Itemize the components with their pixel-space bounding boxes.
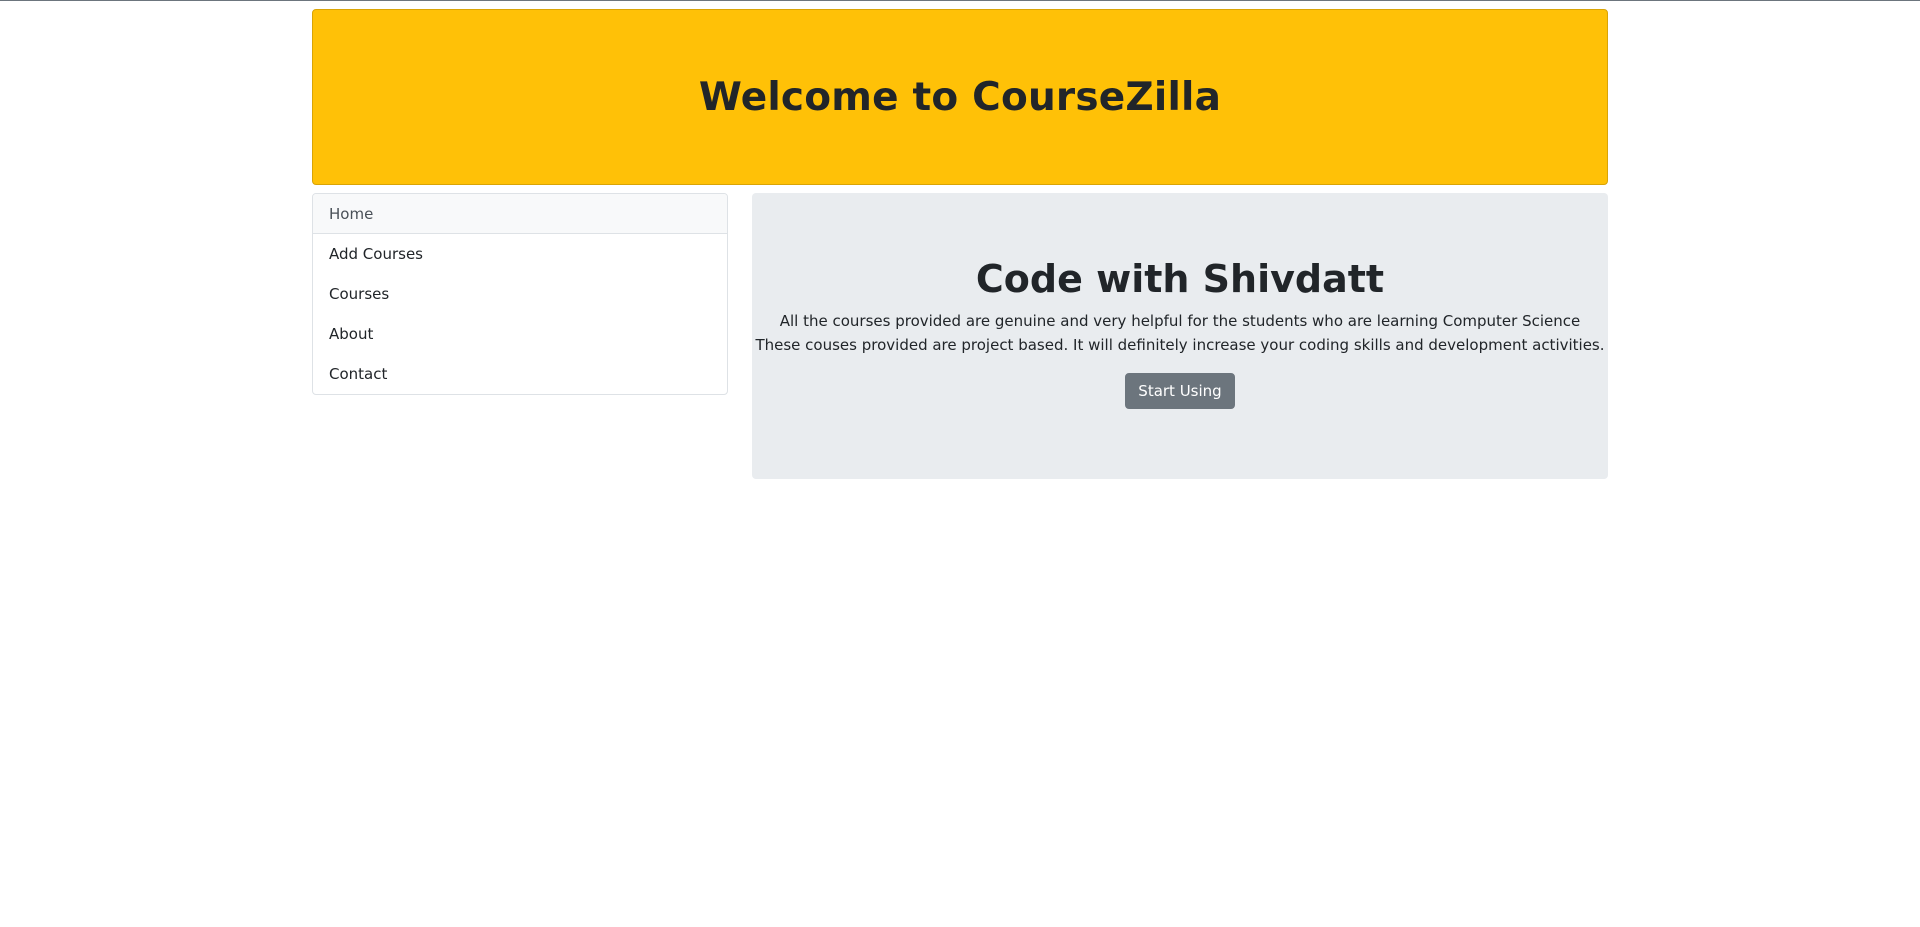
page-container: Welcome to CourseZilla Home Add Courses … <box>312 9 1608 479</box>
header-banner: Welcome to CourseZilla <box>312 9 1608 185</box>
content-row: Home Add Courses Courses About Contact C… <box>312 193 1608 479</box>
sidebar-item-courses[interactable]: Courses <box>313 274 727 314</box>
sidebar-item-home[interactable]: Home <box>313 194 727 234</box>
sidebar-item-about[interactable]: About <box>313 314 727 354</box>
sidebar-item-label: Home <box>329 204 374 223</box>
sidebar-item-label: Contact <box>329 365 388 383</box>
jumbotron-description-line-1: All the courses provided are genuine and… <box>779 312 1581 330</box>
page-title: Welcome to CourseZilla <box>698 74 1222 120</box>
jumbotron-heading: Code with Shivdatt <box>975 257 1385 301</box>
jumbotron: Code with Shivdatt All the courses provi… <box>752 193 1608 479</box>
sidebar-item-label: Add Courses <box>329 245 423 263</box>
jumbotron-description-line-2: These couses provided are project based.… <box>755 336 1605 354</box>
top-divider <box>0 0 1920 1</box>
sidebar-menu: Home Add Courses Courses About Contact <box>312 193 728 395</box>
sidebar-item-label: About <box>329 325 374 343</box>
sidebar-item-add-courses[interactable]: Add Courses <box>313 234 727 274</box>
sidebar-item-contact[interactable]: Contact <box>313 354 727 394</box>
start-using-button[interactable]: Start Using <box>1125 373 1235 409</box>
sidebar-item-label: Courses <box>329 285 390 303</box>
